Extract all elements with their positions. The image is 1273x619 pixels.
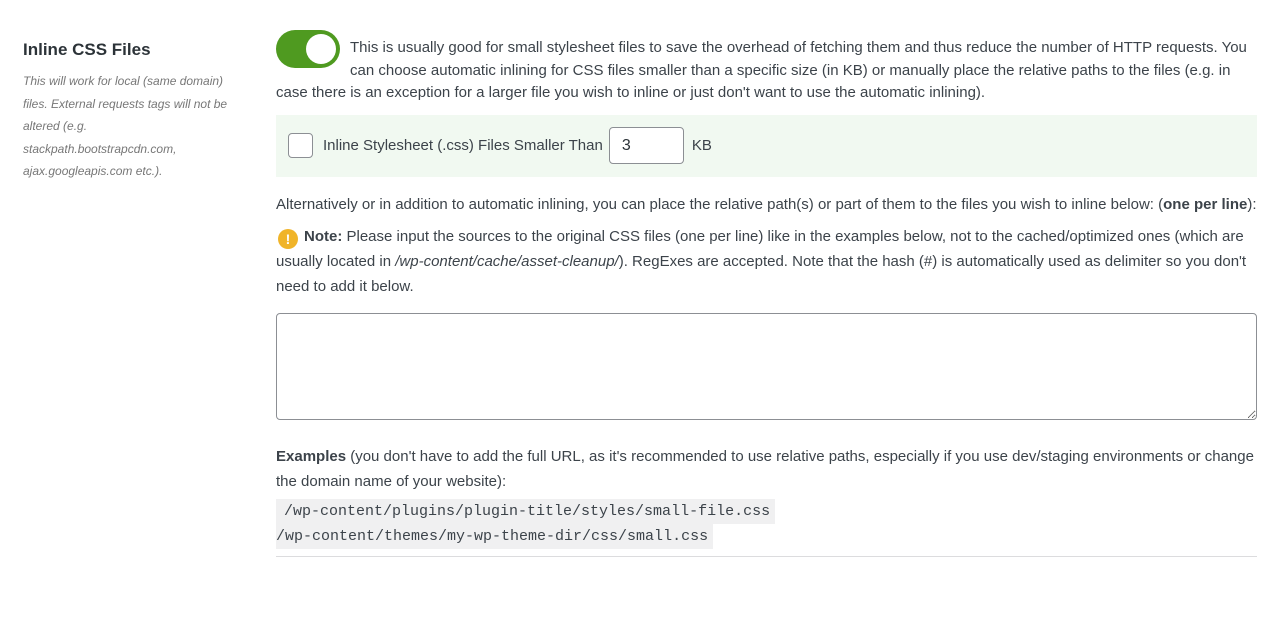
note-block: ! Note: Please input the sources to the o… <box>276 228 1247 295</box>
cache-path: /wp-content/cache/asset-cleanup/ <box>395 253 619 270</box>
toggle-knob <box>306 34 336 64</box>
auto-inline-checkbox[interactable] <box>288 133 313 158</box>
size-threshold-input[interactable] <box>608 127 684 164</box>
section-title: Inline CSS Files <box>23 40 151 59</box>
size-unit-label: KB <box>691 137 712 154</box>
intro-block: This is usually good for small styleshee… <box>276 30 1257 105</box>
auto-inline-label: Inline Stylesheet (.css) Files Smaller T… <box>323 137 603 154</box>
warning-icon: ! <box>278 229 298 249</box>
inline-css-toggle[interactable] <box>276 30 340 68</box>
inline-paths-textarea[interactable] <box>276 313 1257 420</box>
note-label: Note: <box>304 228 343 245</box>
divider <box>276 556 1257 557</box>
alternative-text: Alternatively or in addition to automati… <box>276 195 1257 213</box>
auto-inline-box: Inline Stylesheet (.css) Files Smaller T… <box>276 114 1257 177</box>
section-description: This will work for local (same domain) f… <box>23 74 228 178</box>
one-per-line-emphasis: one per line <box>1163 195 1248 213</box>
example-path: /wp-content/plugins/plugin-title/styles/… <box>276 499 776 524</box>
settings-content-column: This is usually good for small styleshee… <box>276 30 1257 557</box>
settings-label-column: Inline CSS Files This will work for loca… <box>23 38 243 183</box>
examples-label: Examples <box>276 448 347 465</box>
example-path: /wp-content/themes/my-wp-theme-dir/css/s… <box>276 524 714 549</box>
intro-text: This is usually good for small styleshee… <box>276 39 1247 101</box>
examples-block: Examples (you don't have to add the full… <box>276 448 1254 490</box>
examples-code: /wp-content/plugins/plugin-title/styles/… <box>276 499 1257 549</box>
